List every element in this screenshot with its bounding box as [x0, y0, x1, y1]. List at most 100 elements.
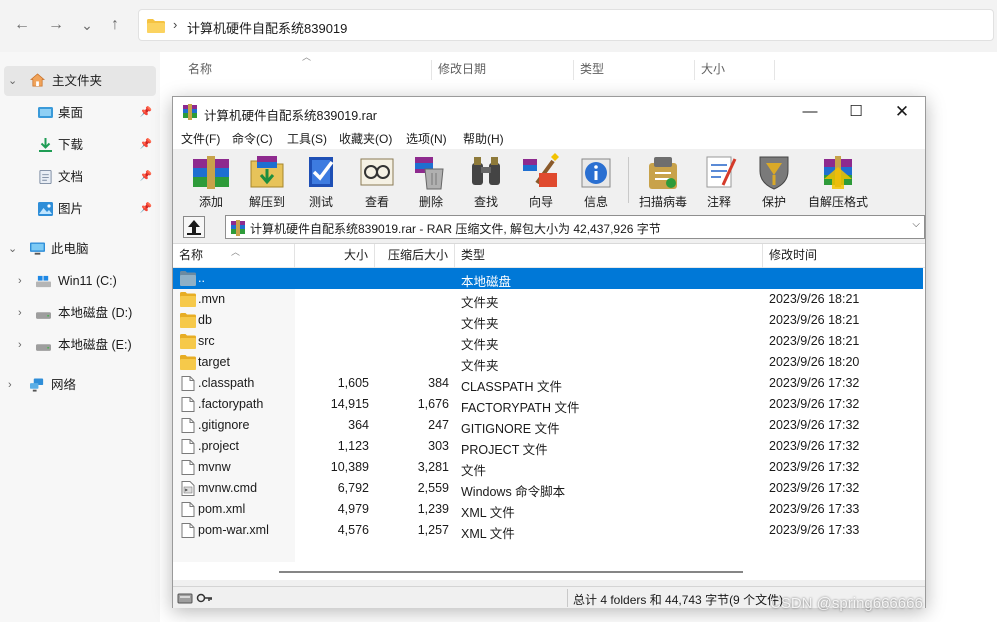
recent-locations-button[interactable]: ⌄ [76, 14, 98, 36]
expand-chevron-icon[interactable]: › [8, 370, 12, 400]
column-header-packed-size[interactable]: 压缩后大小 [375, 244, 455, 268]
wizard-button[interactable]: 向导 [516, 153, 566, 209]
collapse-chevron-icon[interactable]: ⌄ [8, 66, 17, 96]
test-button[interactable]: 测试 [296, 153, 346, 209]
archive-path-combobox[interactable]: 计算机硬件自配系统839019.rar - RAR 压缩文件, 解包大小为 42… [225, 215, 925, 239]
file-size: 10,389 [330, 460, 369, 474]
address-bar[interactable]: › 计算机硬件自配系统839019 [138, 9, 994, 41]
column-header-size[interactable]: 大小 [695, 60, 775, 80]
add-button[interactable]: 添加 [186, 153, 236, 209]
sidebar-item-this-pc[interactable]: ⌄ 此电脑 [0, 234, 156, 264]
pin-icon[interactable]: 📌 [140, 162, 152, 192]
file-row[interactable]: pom.xml 4,979 1,239 XML 文件 2023/9/26 17:33 [173, 499, 925, 520]
column-header-name[interactable]: 名称 ︿ [173, 244, 295, 268]
forward-button[interactable]: → [45, 14, 67, 36]
desktop-icon [38, 107, 53, 118]
scrollbar-thumb[interactable] [279, 571, 743, 573]
comment-button[interactable]: 注释 [694, 153, 744, 209]
file-row[interactable]: .project 1,123 303 PROJECT 文件 2023/9/26 17:3… [173, 436, 925, 457]
menu-favorites[interactable]: 收藏夹(O) [339, 130, 392, 147]
file-row[interactable]: .factorypath 14,915 1,676 FACTORYPATH 文件 202… [173, 394, 925, 415]
sfx-button[interactable]: 自解压格式 [806, 153, 870, 209]
menu-help[interactable]: 帮助(H) [463, 130, 504, 147]
menu-commands[interactable]: 命令(C) [232, 130, 273, 147]
document-icon [39, 170, 52, 184]
file-row[interactable]: .gitignore 364 247 GITIGNORE 文件 2023/9/26 17… [173, 415, 925, 436]
file-row[interactable]: pom-war.xml 4,576 1,257 XML 文件 2023/9/26 17:… [173, 520, 925, 541]
comment-icon [706, 156, 737, 188]
up-one-level-button[interactable] [183, 216, 205, 238]
add-archive-icon [193, 156, 229, 189]
file-name: .factorypath [198, 397, 264, 411]
column-header-modified[interactable]: 修改时间 [763, 244, 923, 268]
explorer-sidebar: ⌄ 主文件夹 桌面 📌 下载 📌 文档 📌 图片 📌 ⌄ 此电脑 › Win11… [0, 52, 160, 622]
breadcrumb-path[interactable]: 计算机硬件自配系统839019 [187, 18, 347, 37]
file-row[interactable]: mvnw.cmd 6,792 2,559 Windows 命令脚本 2023/9/26 … [173, 478, 925, 499]
sidebar-item-network[interactable]: › 网络 [0, 370, 156, 400]
sidebar-item-label: 桌面 [58, 106, 84, 120]
picture-icon [38, 202, 53, 216]
find-button[interactable]: 查找 [461, 153, 511, 209]
file-type: 文件夹 [461, 317, 499, 331]
file-modified: 2023/9/26 18:21 [769, 292, 860, 306]
sidebar-item-downloads[interactable]: 下载 📌 [0, 130, 156, 160]
file-row[interactable]: .classpath 1,605 384 CLASSPATH 文件 2023/9/26 … [173, 373, 925, 394]
menu-file[interactable]: 文件(F) [181, 130, 220, 147]
expand-chevron-icon[interactable]: › [18, 266, 22, 296]
sidebar-item-drive-c[interactable]: › Win11 (C:) [0, 266, 156, 296]
download-icon [39, 138, 52, 152]
minimize-button[interactable]: — [787, 97, 833, 127]
expand-chevron-icon[interactable]: › [18, 298, 22, 328]
info-button[interactable]: 信息 [571, 153, 621, 209]
column-header-type[interactable]: 类型 [574, 60, 695, 80]
expand-chevron-icon[interactable]: › [18, 330, 22, 360]
maximize-button[interactable]: ☐ [833, 97, 879, 127]
up-button[interactable]: ↑ [104, 14, 126, 36]
menu-tools[interactable]: 工具(S) [287, 130, 327, 147]
collapse-chevron-icon[interactable]: ⌄ [8, 234, 17, 264]
test-icon [309, 157, 334, 187]
window-title: 计算机硬件自配系统839019.rar [204, 109, 377, 123]
file-packed-size: 1,257 [417, 523, 449, 537]
file-row[interactable]: .mvn 文件夹 2023/9/26 18:21 [173, 289, 925, 310]
file-name: db [198, 313, 212, 327]
sidebar-item-drive-d[interactable]: › 本地磁盘 (D:) [0, 298, 156, 328]
horizontal-scrollbar[interactable] [173, 562, 925, 580]
file-name: .project [198, 439, 239, 453]
file-row[interactable]: mvnw 10,389 3,281 文件 2023/9/26 17:32 [173, 457, 925, 478]
delete-button[interactable]: 删除 [406, 153, 456, 209]
column-header-type[interactable]: 类型 [455, 244, 763, 268]
sidebar-item-home[interactable]: ⌄ 主文件夹 [4, 66, 156, 96]
column-header-size[interactable]: 大小 [295, 244, 375, 268]
back-button[interactable]: ← [11, 14, 33, 36]
pin-icon[interactable]: 📌 [140, 98, 152, 128]
column-header-modified[interactable]: 修改日期 [432, 60, 574, 80]
file-size: 1,123 [337, 439, 369, 453]
sidebar-item-documents[interactable]: 文档 📌 [0, 162, 156, 192]
file-list: 名称 ︿ 大小 压缩后大小 类型 修改时间 .. 本地磁盘 .mvn 文件夹 2023/… [173, 243, 925, 580]
title-bar[interactable]: 计算机硬件自配系统839019.rar — ☐ ✕ [173, 97, 925, 127]
view-button[interactable]: 查看 [352, 153, 402, 209]
sidebar-item-label: 网络 [51, 378, 77, 392]
pin-icon[interactable]: 📌 [140, 130, 152, 160]
extract-to-button[interactable]: 解压到 [242, 153, 292, 209]
chevron-down-icon[interactable]: ⌵ [912, 219, 920, 230]
file-row[interactable]: db 文件夹 2023/9/26 18:21 [173, 310, 925, 331]
column-header-name[interactable]: 名称 [182, 60, 432, 80]
find-icon [472, 157, 500, 185]
file-row[interactable]: .. 本地磁盘 [173, 268, 923, 289]
file-row[interactable]: src 文件夹 2023/9/26 18:21 [173, 331, 925, 352]
close-button[interactable]: ✕ [879, 97, 925, 127]
protect-button[interactable]: 保护 [749, 153, 799, 209]
file-packed-size: 303 [428, 439, 449, 453]
sidebar-item-drive-e[interactable]: › 本地磁盘 (E:) [0, 330, 156, 360]
sidebar-item-pictures[interactable]: 图片 📌 [0, 194, 156, 224]
scan-virus-button[interactable]: 扫描病毒 [633, 153, 693, 209]
file-row[interactable]: target 文件夹 2023/9/26 18:20 [173, 352, 925, 373]
menu-options[interactable]: 选项(N) [406, 130, 447, 147]
up-arrow-icon [187, 220, 201, 235]
pin-icon[interactable]: 📌 [140, 194, 152, 224]
toolbar: 添加 解压到 测试 查看 删除 查找 向导 信息 扫描病毒 注释 保护 自解压格… [173, 149, 925, 211]
sidebar-item-desktop[interactable]: 桌面 📌 [0, 98, 156, 128]
file-modified: 2023/9/26 18:21 [769, 313, 860, 327]
